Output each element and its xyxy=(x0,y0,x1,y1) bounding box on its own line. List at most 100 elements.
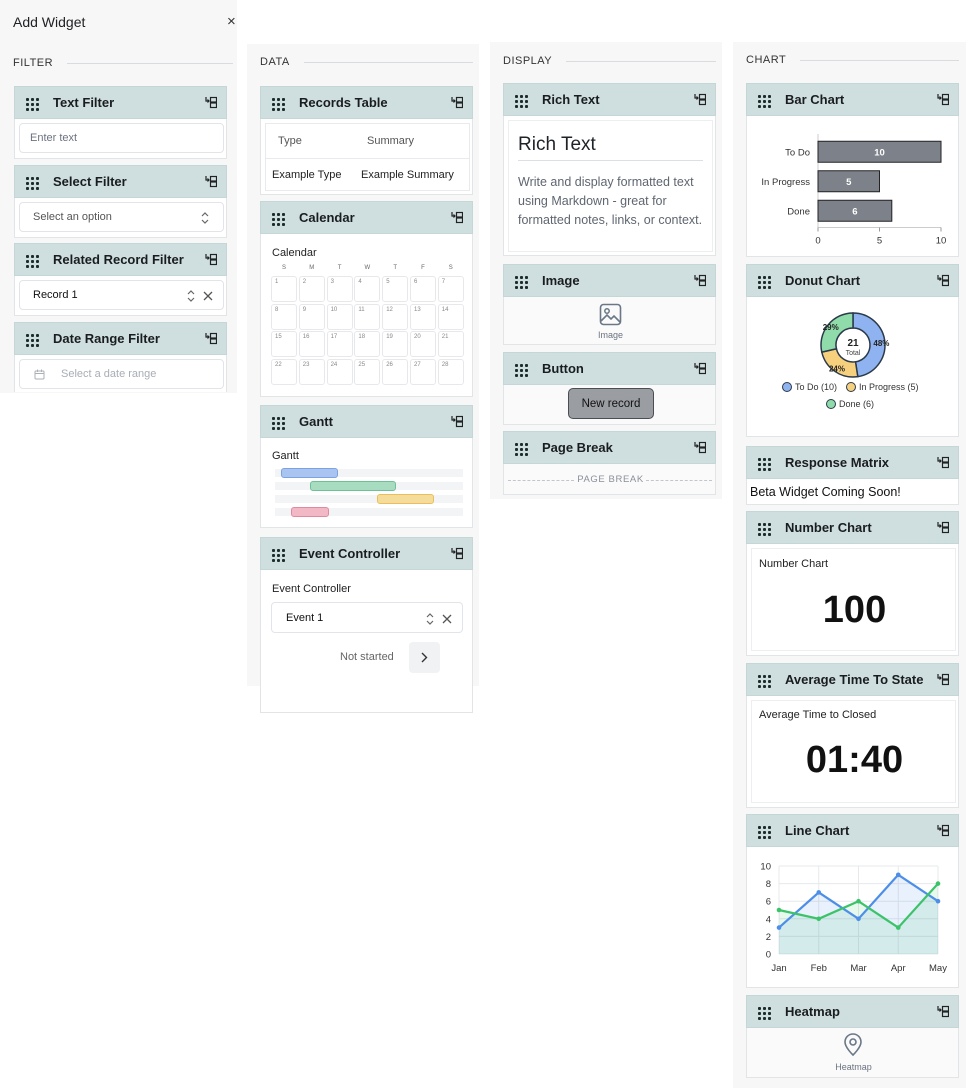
widget-average-time-to-state[interactable]: Average Time To State Average Time to Cl… xyxy=(746,663,959,808)
drag-handle-icon[interactable] xyxy=(272,549,285,562)
calendar-day-cell[interactable]: 6 xyxy=(410,276,436,302)
insert-icon[interactable] xyxy=(205,332,217,345)
drag-handle-icon[interactable] xyxy=(758,458,771,471)
insert-icon[interactable] xyxy=(694,362,706,375)
widget-line-chart[interactable]: Line Chart 0 2 4 6 8 10 Jan Feb Mar Apr May xyxy=(746,814,959,988)
calendar-day-cell[interactable]: 27 xyxy=(410,358,436,385)
insert-icon[interactable] xyxy=(937,1005,949,1018)
widget-related-record-filter[interactable]: Related Record Filter Record 1 xyxy=(14,243,227,316)
calendar-day-cell[interactable]: 17 xyxy=(326,331,353,357)
widget-gantt[interactable]: Gantt Gantt xyxy=(260,405,473,528)
calendar-day-cell[interactable]: 1 xyxy=(271,276,297,302)
widget-donut-chart[interactable]: Donut Chart 48% 24% 29% 21 Total To Do (10) In… xyxy=(746,264,959,437)
calendar-day-cell[interactable]: 28 xyxy=(437,358,464,385)
drag-handle-icon[interactable] xyxy=(515,443,528,456)
insert-icon[interactable] xyxy=(694,93,706,106)
widget-heatmap[interactable]: Heatmap Heatmap xyxy=(746,995,959,1078)
page-break-label: PAGE BREAK xyxy=(577,474,644,485)
clear-icon[interactable] xyxy=(442,614,452,624)
calendar-day-cell[interactable]: 11 xyxy=(354,303,381,330)
widget-records-table[interactable]: Records Table Type Summary Example Type … xyxy=(260,86,473,195)
drag-handle-icon[interactable] xyxy=(272,98,285,111)
select-filter-dropdown[interactable]: Select an option xyxy=(19,202,224,232)
date-range-input[interactable]: Select a date range xyxy=(19,359,224,389)
calendar-day-cell[interactable]: 4 xyxy=(354,276,381,302)
widget-number-chart[interactable]: Number Chart Number Chart 100 xyxy=(746,511,959,656)
insert-icon[interactable] xyxy=(694,274,706,287)
calendar-day-cell[interactable]: 3 xyxy=(326,276,353,302)
drag-handle-icon[interactable] xyxy=(758,95,771,108)
widget-text-filter[interactable]: Text Filter Enter text xyxy=(14,86,227,159)
related-record-select[interactable]: Record 1 xyxy=(19,280,224,310)
widget-response-matrix[interactable]: Response Matrix Beta Widget Coming Soon! xyxy=(746,446,959,505)
drag-handle-icon[interactable] xyxy=(758,276,771,289)
calendar-day-cell[interactable]: 15 xyxy=(271,331,297,357)
calendar-day-cell[interactable]: 22 xyxy=(271,358,297,385)
calendar-day-cell[interactable]: 14 xyxy=(437,303,464,330)
calendar-day-cell[interactable]: 2 xyxy=(298,276,325,302)
calendar-day-cell[interactable]: 26 xyxy=(382,358,409,385)
calendar-day-cell[interactable]: 16 xyxy=(298,331,325,357)
drag-handle-icon[interactable] xyxy=(272,417,285,430)
drag-handle-icon[interactable] xyxy=(26,334,39,347)
widget-event-controller[interactable]: Event Controller Event Controller Event … xyxy=(260,537,473,713)
insert-icon[interactable] xyxy=(937,93,949,106)
insert-icon[interactable] xyxy=(694,441,706,454)
drag-handle-icon[interactable] xyxy=(272,213,285,226)
insert-icon[interactable] xyxy=(937,274,949,287)
calendar-day-cell[interactable]: 12 xyxy=(382,303,409,330)
calendar-day-cell[interactable]: 13 xyxy=(410,303,436,330)
calendar-day-cell[interactable]: 7 xyxy=(437,276,464,302)
y-tick-label: 8 xyxy=(766,879,771,890)
insert-icon[interactable] xyxy=(205,96,217,109)
widget-date-range-filter[interactable]: Date Range Filter Select a date range xyxy=(14,322,227,392)
chevron-updown-icon[interactable] xyxy=(187,290,195,302)
insert-icon[interactable] xyxy=(205,253,217,266)
widget-title: Response Matrix xyxy=(785,455,890,470)
close-icon[interactable]: × xyxy=(227,13,236,30)
insert-icon[interactable] xyxy=(937,456,949,469)
drag-handle-icon[interactable] xyxy=(26,177,39,190)
text-filter-input[interactable]: Enter text xyxy=(19,123,224,153)
chevron-updown-icon[interactable] xyxy=(426,613,434,625)
drag-handle-icon[interactable] xyxy=(515,276,528,289)
calendar-day-cell[interactable]: 10 xyxy=(326,303,353,330)
insert-icon[interactable] xyxy=(937,824,949,837)
drag-handle-icon[interactable] xyxy=(26,255,39,268)
widget-button[interactable]: Button New record xyxy=(503,352,716,425)
calendar-day-cell[interactable]: 25 xyxy=(354,358,381,385)
drag-handle-icon[interactable] xyxy=(758,1007,771,1020)
drag-handle-icon[interactable] xyxy=(26,98,39,111)
calendar-day-cell[interactable]: 21 xyxy=(437,331,464,357)
drag-handle-icon[interactable] xyxy=(758,523,771,536)
clear-icon[interactable] xyxy=(203,291,213,301)
widget-bar-chart[interactable]: Bar Chart To Do 10 In Progress 5 Done 6 0 5 10 xyxy=(746,83,959,257)
insert-icon[interactable] xyxy=(451,96,463,109)
drag-handle-icon[interactable] xyxy=(758,826,771,839)
widget-image[interactable]: Image Image xyxy=(503,264,716,345)
widget-page-break[interactable]: Page Break PAGE BREAK xyxy=(503,431,716,495)
calendar-day-cell[interactable]: 8 xyxy=(271,303,297,330)
insert-icon[interactable] xyxy=(937,673,949,686)
insert-icon[interactable] xyxy=(205,175,217,188)
widget-rich-text[interactable]: Rich Text Rich Text Write and display fo… xyxy=(503,83,716,256)
calendar-day-cell[interactable]: 24 xyxy=(326,358,353,385)
new-record-button[interactable]: New record xyxy=(568,388,654,419)
insert-icon[interactable] xyxy=(451,211,463,224)
calendar-day-cell[interactable]: 20 xyxy=(410,331,436,357)
calendar-day-cell[interactable]: 19 xyxy=(382,331,409,357)
next-button[interactable] xyxy=(409,642,440,673)
drag-handle-icon[interactable] xyxy=(515,95,528,108)
widget-calendar[interactable]: Calendar Calendar SMTWTFS 1 2 3 4 5 6 7 8 9 10 11 1… xyxy=(260,201,473,397)
calendar-day-cell[interactable]: 23 xyxy=(298,358,325,385)
insert-icon[interactable] xyxy=(937,521,949,534)
calendar-day-cell[interactable]: 18 xyxy=(354,331,381,357)
widget-select-filter[interactable]: Select Filter Select an option xyxy=(14,165,227,238)
event-select[interactable]: Event 1 xyxy=(271,602,463,633)
calendar-day-cell[interactable]: 9 xyxy=(298,303,325,330)
drag-handle-icon[interactable] xyxy=(758,675,771,688)
insert-icon[interactable] xyxy=(451,415,463,428)
calendar-day-cell[interactable]: 5 xyxy=(382,276,409,302)
drag-handle-icon[interactable] xyxy=(515,364,528,377)
insert-icon[interactable] xyxy=(451,547,463,560)
